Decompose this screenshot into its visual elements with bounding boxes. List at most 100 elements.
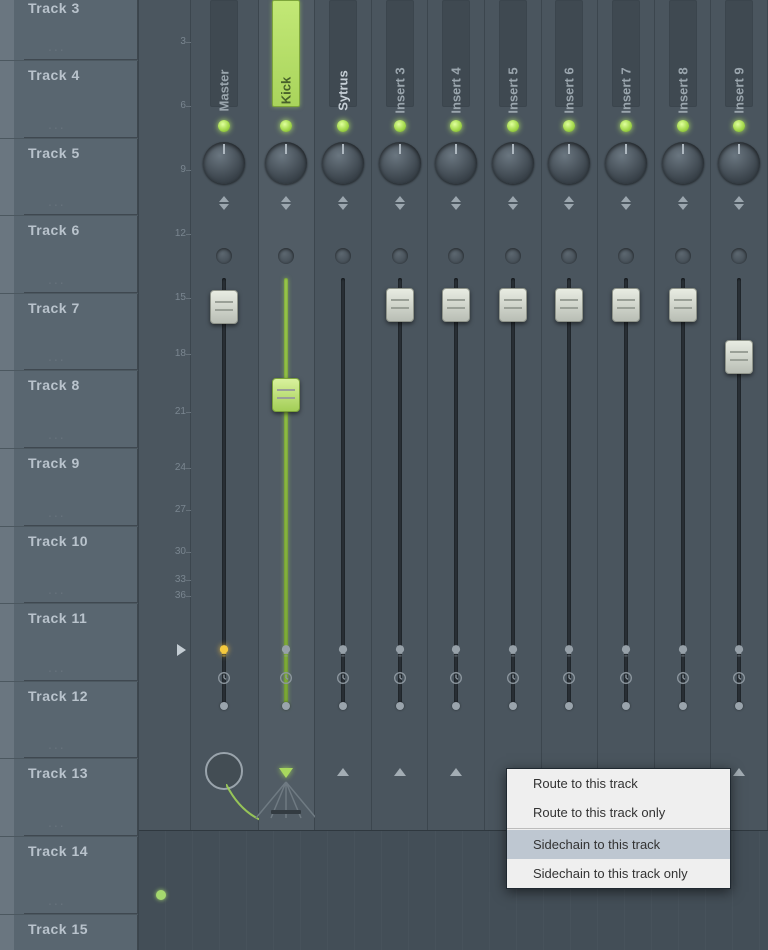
volume-fader-cap[interactable] — [669, 288, 697, 322]
menu-item-sidechain-only[interactable]: Sidechain to this track only — [507, 859, 730, 888]
fx-enable-bulb-icon[interactable] — [732, 644, 746, 658]
mute-led[interactable] — [563, 120, 575, 132]
record-arm-icon[interactable] — [448, 670, 464, 686]
fx-slot-indicator[interactable] — [618, 248, 634, 264]
fx-enable-bulb-icon[interactable] — [676, 644, 690, 658]
dock-indicator[interactable] — [282, 702, 290, 710]
stereo-separation-control[interactable] — [613, 196, 639, 210]
dock-indicator[interactable] — [509, 702, 517, 710]
mixer-channel[interactable]: Insert 8 — [655, 0, 712, 830]
stereo-separation-control[interactable] — [330, 196, 356, 210]
stereo-separation-control[interactable] — [726, 196, 752, 210]
mixer-channel[interactable]: Insert 3 — [372, 0, 429, 830]
fx-slot-indicator[interactable] — [505, 248, 521, 264]
mute-led[interactable] — [280, 120, 292, 132]
volume-fader-cap[interactable] — [555, 288, 583, 322]
volume-fader-cap[interactable] — [725, 340, 753, 374]
route-selector-caret-icon[interactable] — [394, 768, 406, 776]
menu-item-route-only[interactable]: Route to this track only — [507, 798, 730, 827]
record-arm-icon[interactable] — [392, 670, 408, 686]
stereo-separation-control[interactable] — [387, 196, 413, 210]
stereo-separation-control[interactable] — [273, 196, 299, 210]
route-selector-caret-icon[interactable] — [450, 768, 462, 776]
volume-fader-cap[interactable] — [210, 290, 238, 324]
route-selector-caret-icon[interactable] — [733, 768, 745, 776]
fx-enable-bulb-icon[interactable] — [336, 644, 350, 658]
record-arm-icon[interactable] — [216, 670, 232, 686]
fx-enable-bulb-icon[interactable] — [279, 644, 293, 658]
ruler-pointer-icon[interactable] — [177, 644, 186, 656]
record-arm-icon[interactable] — [675, 670, 691, 686]
stereo-separation-control[interactable] — [443, 196, 469, 210]
fx-slot-indicator[interactable] — [561, 248, 577, 264]
dock-indicator[interactable] — [679, 702, 687, 710]
playlist-track-row[interactable]: Track 11 ... — [0, 604, 138, 682]
pan-knob[interactable] — [662, 142, 704, 184]
mixer-channel[interactable]: Kick — [259, 0, 316, 830]
mute-led[interactable] — [733, 120, 745, 132]
mute-led[interactable] — [450, 120, 462, 132]
fx-slot-indicator[interactable] — [448, 248, 464, 264]
pan-knob[interactable] — [548, 142, 590, 184]
playlist-track-row[interactable]: Track 8 ... — [0, 371, 138, 449]
record-arm-icon[interactable] — [335, 670, 351, 686]
playlist-track-row[interactable]: Track 12 ... — [0, 682, 138, 760]
mixer-channel[interactable]: Insert 4 — [428, 0, 485, 830]
fx-enable-bulb-icon[interactable] — [217, 644, 231, 658]
pan-knob[interactable] — [203, 142, 245, 184]
dock-indicator[interactable] — [565, 702, 573, 710]
playlist-track-row[interactable]: Track 13 ... — [0, 759, 138, 837]
mixer-channel[interactable]: Sytrus — [315, 0, 372, 830]
fx-enable-bulb-icon[interactable] — [393, 644, 407, 658]
mixer-channel[interactable]: Insert 9 — [711, 0, 768, 830]
fx-slot-indicator[interactable] — [392, 248, 408, 264]
stereo-separation-control[interactable] — [211, 196, 237, 210]
mixer-channel[interactable]: Insert 5 — [485, 0, 542, 830]
dock-indicator[interactable] — [622, 702, 630, 710]
mute-led[interactable] — [507, 120, 519, 132]
volume-fader-cap[interactable] — [612, 288, 640, 322]
dock-indicator[interactable] — [452, 702, 460, 710]
playlist-track-row[interactable]: Track 9 ... — [0, 449, 138, 527]
record-arm-icon[interactable] — [731, 670, 747, 686]
pan-knob[interactable] — [435, 142, 477, 184]
pan-knob[interactable] — [492, 142, 534, 184]
playlist-track-row[interactable]: Track 14 ... — [0, 837, 138, 915]
stereo-separation-control[interactable] — [500, 196, 526, 210]
mixer-channel-master[interactable]: Master — [191, 0, 259, 830]
playlist-track-row[interactable]: Track 5 ... — [0, 139, 138, 217]
playlist-track-row[interactable]: Track 3 ... — [0, 0, 138, 61]
playlist-track-row[interactable]: Track 15 ... — [0, 915, 138, 950]
route-selector-caret-icon[interactable] — [337, 768, 349, 776]
mute-led[interactable] — [218, 120, 230, 132]
fx-slot-indicator[interactable] — [675, 248, 691, 264]
fx-slot-indicator[interactable] — [278, 248, 294, 264]
dock-indicator[interactable] — [339, 702, 347, 710]
mute-led[interactable] — [677, 120, 689, 132]
mixer-channel[interactable]: Insert 6 — [542, 0, 599, 830]
dock-indicator[interactable] — [396, 702, 404, 710]
playlist-track-row[interactable]: Track 6 ... — [0, 216, 138, 294]
pan-knob[interactable] — [718, 142, 760, 184]
fx-enable-bulb-icon[interactable] — [449, 644, 463, 658]
record-arm-icon[interactable] — [505, 670, 521, 686]
record-arm-icon[interactable] — [278, 670, 294, 686]
volume-fader-cap[interactable] — [442, 288, 470, 322]
pan-knob[interactable] — [265, 142, 307, 184]
fx-enable-bulb-icon[interactable] — [562, 644, 576, 658]
pan-knob[interactable] — [322, 142, 364, 184]
record-arm-icon[interactable] — [561, 670, 577, 686]
stereo-separation-control[interactable] — [556, 196, 582, 210]
route-selector-active[interactable] — [279, 768, 293, 778]
fx-enable-bulb-icon[interactable] — [506, 644, 520, 658]
fx-slot-indicator[interactable] — [731, 248, 747, 264]
record-arm-icon[interactable] — [618, 670, 634, 686]
fx-slot-indicator[interactable] — [216, 248, 232, 264]
menu-item-route[interactable]: Route to this track — [507, 769, 730, 798]
pan-knob[interactable] — [605, 142, 647, 184]
mute-led[interactable] — [620, 120, 632, 132]
volume-fader-cap[interactable] — [272, 378, 300, 412]
mute-led[interactable] — [394, 120, 406, 132]
fx-enable-bulb-icon[interactable] — [619, 644, 633, 658]
menu-item-sidechain[interactable]: Sidechain to this track — [507, 830, 730, 859]
